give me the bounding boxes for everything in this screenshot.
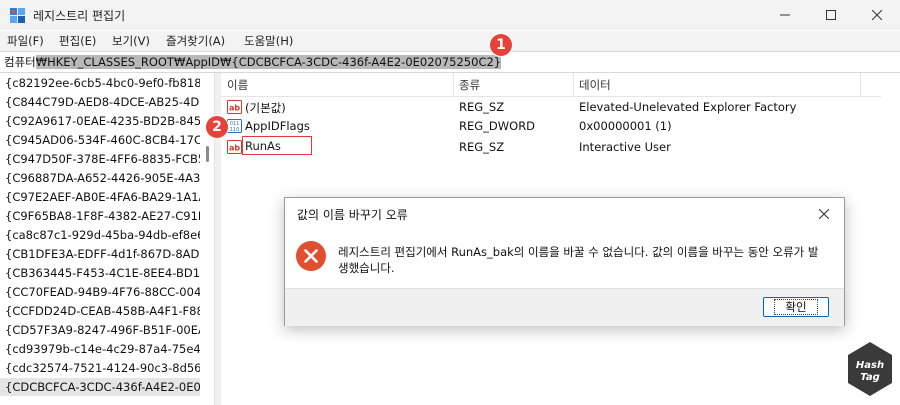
list-header: 이름 종류 데이터: [221, 73, 881, 97]
dialog-title: 값의 이름 바꾸기 오류: [297, 208, 408, 222]
tree-item[interactable]: {C9F65BA8-1F8F-4382-AE27-C91F: [5, 207, 200, 225]
svg-text:ab: ab: [229, 144, 240, 153]
error-icon: [296, 241, 326, 271]
tree-item[interactable]: {c82192ee-6cb5-4bc0-9ef0-fb8187: [5, 74, 200, 92]
tree-item[interactable]: {ca8c87c1-929d-45ba-94db-ef8e6: [5, 226, 200, 244]
window-title: 레지스트리 편집기: [33, 9, 126, 23]
hashtag-logo-watermark: Hash Tag: [848, 342, 892, 396]
column-header-name[interactable]: 이름: [227, 77, 248, 93]
ok-button[interactable]: 확인: [763, 297, 829, 317]
ok-button-label: 확인: [774, 299, 818, 315]
tree-item[interactable]: {C844C79D-AED8-4DCE-AB25-4D3: [5, 93, 200, 111]
watermark-line-2: Tag: [860, 372, 880, 383]
value-row[interactable]: ab (기본값) REG_SZ Elevated-Unelevated Expl…: [221, 98, 881, 117]
minimize-icon: [780, 14, 790, 16]
column-header-data[interactable]: 데이터: [579, 77, 611, 93]
rename-error-dialog: 값의 이름 바꾸기 오류 레지스트리 편집기에서 RunAs_bak의 이름을 …: [284, 197, 845, 326]
minimize-button[interactable]: [762, 0, 808, 30]
close-window-button[interactable]: [854, 0, 900, 30]
value-data: Interactive User: [579, 140, 671, 154]
value-name: RunAs: [245, 139, 281, 153]
menu-edit[interactable]: 편집(E): [59, 33, 96, 49]
value-name: AppIDFlags: [245, 119, 310, 133]
callout-badge-2: 2: [206, 116, 228, 138]
dialog-footer: 확인: [285, 288, 844, 326]
close-icon: [872, 10, 882, 20]
maximize-icon: [826, 10, 836, 20]
tree-item[interactable]: {C92A9617-0EAE-4235-BD2B-8454: [5, 112, 200, 130]
key-tree[interactable]: {c82192ee-6cb5-4bc0-9ef0-fb8187 {C844C79…: [0, 73, 200, 405]
column-separator[interactable]: [573, 73, 574, 96]
tree-item[interactable]: {C945AD06-534F-460C-8CB4-17C: [5, 131, 200, 149]
dialog-close-button[interactable]: [813, 204, 835, 224]
string-value-icon: ab: [227, 140, 242, 154]
string-value-icon: ab: [227, 100, 242, 114]
tree-item-selected[interactable]: {CDCBCFCA-3CDC-436f-A4E2-0E02: [0, 378, 200, 396]
column-separator[interactable]: [860, 73, 861, 96]
value-data: 0x00000001 (1): [579, 119, 672, 133]
tree-item[interactable]: {C96887DA-A652-4426-905E-4A3: [5, 169, 200, 187]
value-type: REG_DWORD: [459, 119, 536, 133]
address-bar[interactable]: 컴퓨터₩HKEY_CLASSES_ROOT₩AppID₩{CDCBCFCA-3C…: [0, 51, 900, 73]
menu-help[interactable]: 도움말(H): [244, 33, 293, 49]
column-separator[interactable]: [453, 73, 454, 96]
address-path: ₩HKEY_CLASSES_ROOT₩AppID₩{CDCBCFCA-3CDC-…: [35, 55, 502, 69]
value-name: (기본값): [245, 101, 286, 115]
tree-item[interactable]: {C947D50F-378E-4FF6-8835-FCB5: [5, 150, 200, 168]
tree-item[interactable]: {cdc32574-7521-4124-90c3-8d560: [5, 359, 200, 377]
svg-text:110: 110: [230, 127, 240, 133]
value-row-renaming[interactable]: ab RunAs REG_SZ Interactive User: [221, 136, 881, 157]
column-header-type[interactable]: 종류: [459, 77, 480, 93]
menu-file[interactable]: 파일(F): [7, 33, 44, 49]
tree-item[interactable]: {CCFDD24D-CEAB-458B-A4F1-F88: [5, 302, 200, 320]
value-type: REG_SZ: [459, 100, 505, 114]
close-icon: [819, 209, 829, 219]
binary-value-icon: 011 110: [227, 119, 242, 133]
rename-edit-box[interactable]: RunAs: [242, 136, 312, 155]
value-row[interactable]: 011 110 AppIDFlags REG_DWORD 0x00000001 …: [221, 117, 881, 136]
tree-item[interactable]: {C97E2AEF-AB0E-4FA6-BA29-1A1A: [5, 188, 200, 206]
menu-view[interactable]: 보기(V): [112, 33, 150, 49]
dialog-message: 레지스트리 편집기에서 RunAs_bak의 이름을 바꿀 수 없습니다. 값의…: [338, 245, 819, 275]
tree-scrollbar-thumb[interactable]: [206, 146, 209, 162]
value-type: REG_SZ: [459, 140, 505, 154]
tree-item[interactable]: {CC70FEAD-94B9-4F76-88CC-004E: [5, 283, 200, 301]
regedit-app-icon: [10, 8, 25, 23]
address-text[interactable]: 컴퓨터₩HKEY_CLASSES_ROOT₩AppID₩{CDCBCFCA-3C…: [4, 54, 502, 70]
regedit-window: 레지스트리 편집기 파일(F) 편집(E) 보기(V) 즐겨찾기(A) 도움말(…: [0, 0, 900, 405]
tree-item[interactable]: {cd93979b-c14e-4c29-87a4-75e4f: [5, 340, 200, 358]
tree-item[interactable]: {CB1DFE3A-EDFF-4d1f-867D-8ADE: [5, 245, 200, 263]
callout-badge-1: 1: [490, 34, 512, 56]
tree-item[interactable]: {CD57F3A9-8247-496F-B51F-00EA: [5, 321, 200, 339]
maximize-button[interactable]: [808, 0, 854, 30]
svg-text:ab: ab: [229, 104, 240, 113]
watermark-line-1: Hash: [856, 360, 884, 371]
title-bar[interactable]: 레지스트리 편집기: [0, 0, 900, 30]
tree-item[interactable]: {CB363445-F453-4C1E-8EE4-BD12: [5, 264, 200, 282]
menu-favorites[interactable]: 즐겨찾기(A): [166, 33, 225, 49]
value-data: Elevated-Unelevated Explorer Factory: [579, 100, 797, 114]
address-prefix: 컴퓨터: [4, 55, 36, 69]
menu-bar: 파일(F) 편집(E) 보기(V) 즐겨찾기(A) 도움말(H): [0, 31, 900, 51]
